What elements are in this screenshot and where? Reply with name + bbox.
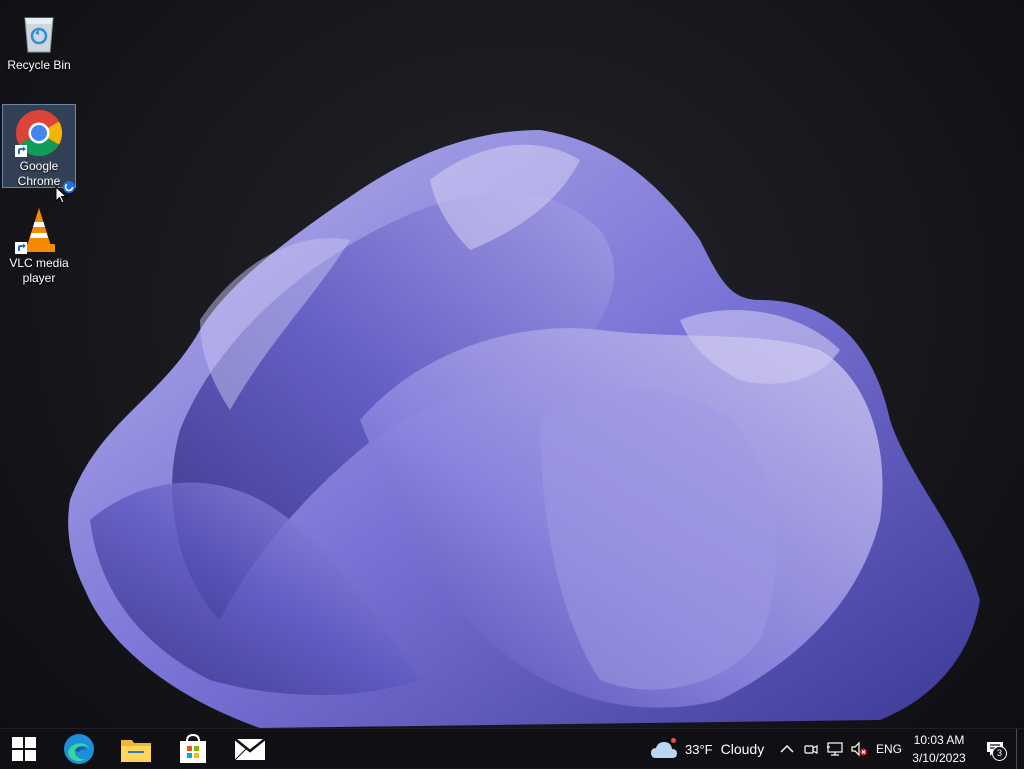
- wallpaper: [68, 130, 980, 728]
- clock-time: 10:03 AM: [913, 733, 965, 747]
- clock-date: 3/10/2023: [912, 751, 966, 765]
- cloud-icon: [650, 738, 678, 760]
- desktop-icon-recycle-bin[interactable]: Recycle Bin: [2, 4, 76, 76]
- shortcut-arrow-icon: [15, 242, 27, 254]
- weather-alert-dot: [671, 738, 676, 743]
- desktop-icon-label: VLC media player: [9, 256, 69, 285]
- notification-count-badge: 3: [992, 746, 1007, 761]
- language-label: ENG: [876, 742, 903, 756]
- network-icon[interactable]: [825, 739, 845, 759]
- shortcut-arrow-icon: [15, 145, 27, 157]
- desktop-icon-google-chrome[interactable]: Google Chrome: [2, 104, 76, 188]
- chevron-up-icon: [780, 745, 794, 753]
- chrome-icon: [15, 109, 63, 157]
- volume-muted-icon[interactable]: [849, 739, 869, 759]
- language-indicator[interactable]: ENG: [876, 729, 902, 769]
- windows-start-icon: [12, 737, 36, 761]
- taskbar-file-explorer-button[interactable]: [112, 729, 160, 769]
- desktop-icon-vlc[interactable]: VLC media player: [2, 202, 76, 286]
- mail-icon: [234, 738, 266, 761]
- start-button[interactable]: [0, 729, 48, 769]
- weather-widget[interactable]: 33°F Cloudy: [650, 729, 764, 769]
- taskbar-mail-button[interactable]: [226, 729, 274, 769]
- busy-spinner-icon: [62, 180, 76, 199]
- file-explorer-icon: [121, 740, 151, 762]
- weather-condition: Cloudy: [720, 741, 765, 757]
- store-icon: [180, 733, 206, 763]
- show-desktop-button[interactable]: [1016, 729, 1017, 769]
- show-hidden-icons-button[interactable]: [777, 739, 797, 759]
- taskbar-store-button[interactable]: [169, 729, 217, 769]
- vlc-icon: [15, 206, 63, 254]
- taskbar-edge-button[interactable]: [55, 729, 103, 769]
- taskbar: 33°F Cloudy ENG 10:03 AM 3/10/2023 3: [0, 728, 1024, 769]
- edge-icon: [64, 734, 94, 764]
- clock[interactable]: 10:03 AM 3/10/2023: [904, 731, 974, 767]
- action-center-button[interactable]: 3: [983, 739, 1007, 761]
- recycle-bin-icon: [15, 8, 63, 56]
- desktop-icon-label: Recycle Bin: [7, 58, 71, 72]
- meet-now-icon[interactable]: [801, 739, 821, 759]
- weather-temperature: 33°F: [685, 741, 713, 757]
